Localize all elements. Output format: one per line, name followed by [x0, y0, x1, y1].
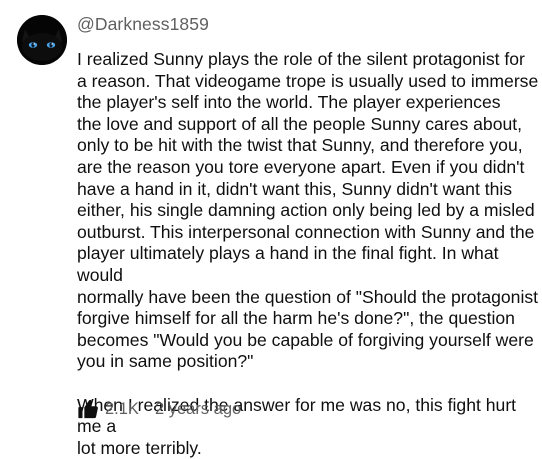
- comment: @Darkness1859 I realized Sunny plays the…: [0, 0, 542, 425]
- comment-paragraph: I realized Sunny plays the role of the s…: [77, 49, 539, 373]
- like-count: 2.1K: [105, 400, 139, 419]
- thumbs-up-icon: [77, 398, 99, 420]
- like-button[interactable]: [77, 398, 99, 420]
- avatar[interactable]: [17, 15, 67, 65]
- comment-timestamp[interactable]: 2 years ago: [155, 400, 241, 419]
- comment-author[interactable]: @Darkness1859: [77, 14, 209, 35]
- black-cat-icon: [17, 15, 67, 65]
- comment-actions: 2.1K 2 years ago: [77, 397, 241, 421]
